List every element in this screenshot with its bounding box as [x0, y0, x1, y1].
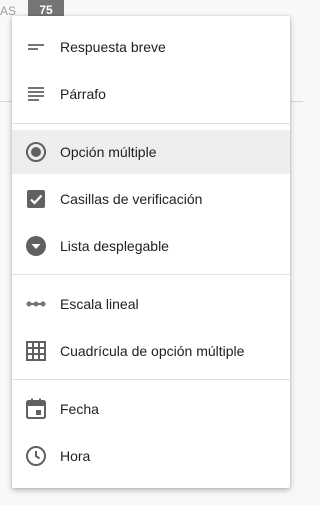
menu-item-short-answer[interactable]: Respuesta breve [12, 25, 290, 69]
menu-divider [12, 274, 290, 275]
question-type-menu: Respuesta breve Párrafo Opción múltiple … [12, 16, 290, 488]
menu-item-paragraph[interactable]: Párrafo [12, 72, 290, 116]
menu-divider [12, 123, 290, 124]
menu-item-label: Escala lineal [60, 296, 139, 312]
menu-item-checkboxes[interactable]: Casillas de verificación [12, 177, 290, 221]
menu-item-dropdown[interactable]: Lista desplegable [12, 224, 290, 268]
menu-item-label: Cuadrícula de opción múltiple [60, 343, 245, 359]
grid-icon [24, 339, 48, 363]
menu-item-label: Fecha [60, 401, 99, 417]
short-text-icon [24, 35, 48, 59]
linear-scale-icon [24, 292, 48, 316]
menu-divider [12, 379, 290, 380]
menu-item-label: Respuesta breve [60, 39, 166, 55]
menu-item-multiple-choice[interactable]: Opción múltiple [12, 130, 290, 174]
clock-icon [24, 444, 48, 468]
menu-item-label: Lista desplegable [60, 238, 169, 254]
menu-item-label: Párrafo [60, 86, 106, 102]
calendar-icon [24, 397, 48, 421]
menu-item-label: Hora [60, 448, 91, 464]
paragraph-icon [24, 82, 48, 106]
menu-item-multiple-choice-grid[interactable]: Cuadrícula de opción múltiple [12, 329, 290, 373]
menu-item-time[interactable]: Hora [12, 434, 290, 478]
dropdown-icon [24, 234, 48, 258]
menu-item-date[interactable]: Fecha [12, 387, 290, 431]
menu-item-label: Casillas de verificación [60, 191, 203, 207]
radio-button-icon [24, 140, 48, 164]
checkbox-icon [24, 187, 48, 211]
menu-item-label: Opción múltiple [60, 144, 157, 160]
menu-item-linear-scale[interactable]: Escala lineal [12, 282, 290, 326]
